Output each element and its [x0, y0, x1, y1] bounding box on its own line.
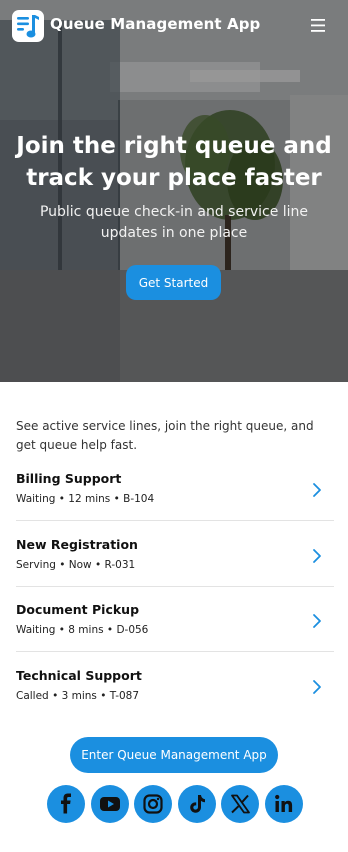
youtube-icon[interactable] — [90, 785, 129, 823]
hero-section: Queue Management App Join the right queu… — [0, 0, 348, 382]
chevron-right-icon — [313, 679, 321, 694]
queue-meta: Called • 3 mins • T-087 — [16, 689, 140, 702]
queue-meta: Serving • Now • R-031 — [16, 558, 136, 571]
tiktok-icon[interactable] — [177, 785, 216, 823]
intro-text: See active service lines, join the right… — [16, 419, 314, 452]
list-item[interactable]: Document Pickup Waiting • 8 mins • D-056 — [0, 597, 348, 663]
x-icon[interactable] — [221, 785, 259, 823]
queue-list: Billing Support Waiting • 12 mins • B-10… — [0, 466, 348, 728]
top-navbar: Queue Management App — [0, 0, 348, 52]
queue-name: Technical Support — [16, 667, 142, 683]
divider — [16, 585, 334, 587]
hamburger-menu-icon[interactable] — [308, 16, 330, 36]
divider — [16, 520, 334, 521]
list-item[interactable]: Billing Support Waiting • 12 mins • B-10… — [0, 466, 348, 532]
get-started-button[interactable]: Get Started — [126, 265, 221, 300]
linkedin-icon[interactable] — [264, 785, 303, 823]
queue-logo-icon[interactable] — [12, 10, 44, 42]
queue-name: New Registration — [16, 536, 138, 552]
queue-meta: Waiting • 12 mins • B-104 — [16, 493, 155, 505]
hero-heading: Join the right queue and track your plac… — [16, 133, 332, 191]
social-links — [47, 785, 303, 823]
chevron-right-icon — [313, 483, 321, 497]
list-item[interactable]: New Registration Serving • Now • R-031 — [0, 532, 348, 598]
facebook-icon[interactable] — [47, 785, 85, 823]
enter-app-button[interactable]: Enter Queue Management App — [70, 737, 278, 773]
queue-name: Billing Support — [16, 471, 122, 486]
app-title: Queue Management App — [50, 15, 261, 33]
queue-name: Document Pickup — [16, 602, 140, 617]
hero-subheading: Public queue check-in and service line u… — [39, 204, 309, 241]
list-item[interactable]: Technical Support Called • 3 mins • T-08… — [0, 663, 348, 729]
queue-meta: Waiting • 8 mins • D-056 — [16, 624, 149, 636]
chevron-right-icon — [313, 614, 321, 628]
divider — [16, 651, 334, 652]
instagram-icon[interactable] — [134, 785, 172, 823]
chevron-right-icon — [313, 548, 321, 563]
